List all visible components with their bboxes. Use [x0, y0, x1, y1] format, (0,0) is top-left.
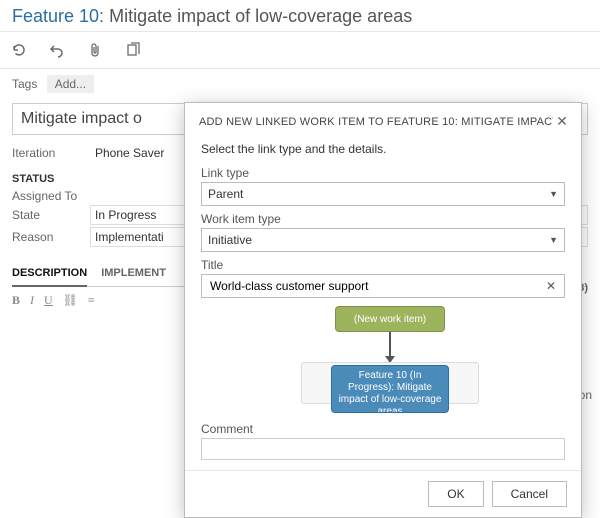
toolbar [0, 31, 600, 69]
close-icon[interactable]: ✕ [553, 113, 571, 130]
chevron-down-icon: ▼ [549, 189, 558, 199]
italic-icon[interactable]: I [30, 293, 34, 308]
undo-icon[interactable] [46, 39, 68, 61]
state-label: State [12, 208, 90, 222]
tags-row: Tags Add... [0, 69, 600, 99]
list-icon[interactable]: ≡ [88, 293, 95, 308]
comment-input[interactable] [201, 438, 565, 460]
add-linked-item-dialog: ADD NEW LINKED WORK ITEM TO FEATURE 10: … [184, 102, 582, 518]
chevron-down-icon: ▼ [549, 235, 558, 245]
relationship-diagram: (New work item) Feature 10 (In Progress)… [201, 306, 565, 416]
page-header: Feature 10: Mitigate impact of low-cover… [0, 0, 600, 31]
assigned-to-label: Assigned To [12, 189, 90, 203]
reason-label: Reason [12, 230, 90, 244]
attach-icon[interactable] [84, 39, 106, 61]
link-type-value: Parent [208, 187, 243, 201]
work-item-type-value: Initiative [208, 233, 252, 247]
tags-label: Tags [12, 77, 37, 91]
add-tag-button[interactable]: Add... [47, 75, 94, 93]
comment-label: Comment [201, 422, 565, 436]
title-field[interactable]: ✕ [201, 274, 565, 298]
title-input[interactable] [208, 278, 544, 294]
link-icon[interactable]: ⛓ [63, 293, 78, 308]
title-label: Title [201, 258, 565, 272]
feature-id-label: Feature 10: [12, 6, 104, 26]
work-item-type-dropdown[interactable]: Initiative ▼ [201, 228, 565, 252]
tab-implementation[interactable]: IMPLEMENT [101, 261, 166, 286]
ok-button[interactable]: OK [428, 481, 483, 507]
underline-icon[interactable]: U [44, 293, 53, 308]
dialog-instruction: Select the link type and the details. [201, 142, 565, 156]
refresh-icon[interactable] [8, 39, 30, 61]
arrow-down-icon [389, 332, 391, 362]
new-item-node: (New work item) [335, 306, 445, 332]
copy-icon[interactable] [122, 39, 144, 61]
link-type-dropdown[interactable]: Parent ▼ [201, 182, 565, 206]
clear-icon[interactable]: ✕ [544, 279, 558, 293]
tab-description[interactable]: DESCRIPTION [12, 261, 87, 287]
iteration-label: Iteration [12, 146, 90, 160]
feature-title: Mitigate impact of low-coverage areas [109, 6, 412, 26]
work-item-type-label: Work item type [201, 212, 565, 226]
dialog-title: ADD NEW LINKED WORK ITEM TO FEATURE 10: … [199, 116, 553, 128]
link-type-label: Link type [201, 166, 565, 180]
bold-icon[interactable]: B [12, 293, 20, 308]
feature-node: Feature 10 (In Progress): Mitigate impac… [331, 365, 449, 413]
cancel-button[interactable]: Cancel [492, 481, 567, 507]
